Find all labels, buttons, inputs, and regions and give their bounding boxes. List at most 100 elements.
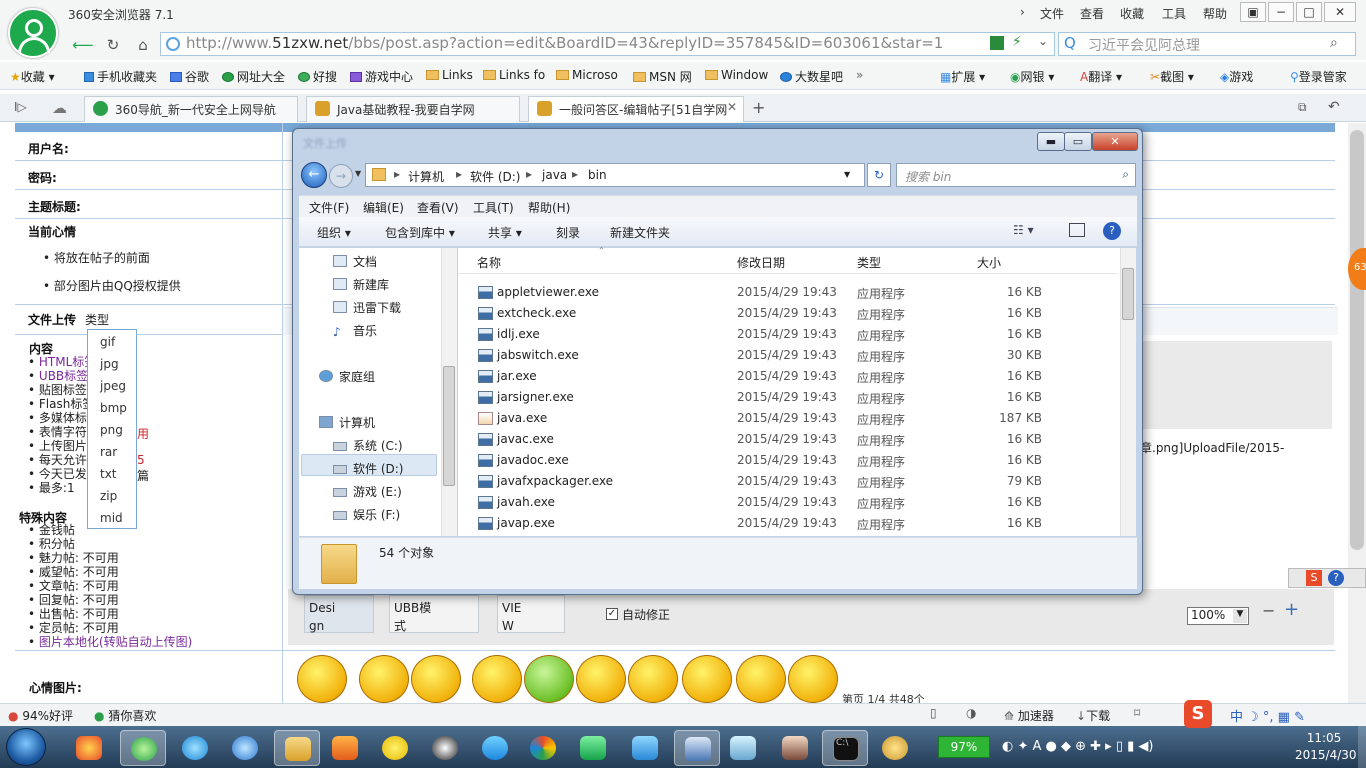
explorer-search-box[interactable]: 搜索 bin ⌕ [896, 163, 1136, 187]
plugin-icon[interactable]: ⌑ [1134, 706, 1140, 720]
bookmark-msn[interactable]: MSN 网 [633, 68, 692, 85]
dropdown-option[interactable]: jpeg [100, 379, 126, 393]
emoji-icon[interactable] [788, 655, 838, 703]
taskbar-app[interactable] [622, 730, 668, 766]
help-icon[interactable]: ? [1328, 570, 1344, 586]
taskbar-app[interactable] [772, 730, 818, 766]
nav-thunder-downloads[interactable]: 迅雷下载 [333, 299, 401, 316]
clock[interactable]: 11:05 2015/4/30 [1295, 730, 1357, 764]
view-options-icon[interactable]: ☷ ▾ [1013, 223, 1034, 237]
zoom-in-icon[interactable]: + [1284, 599, 1299, 620]
tool-translate[interactable]: A翻译 ▾ [1080, 68, 1122, 85]
back-icon[interactable]: ⟵ [72, 36, 94, 54]
taskbar-app[interactable] [674, 730, 720, 766]
nav-drive-f[interactable]: 娱乐 (F:) [333, 506, 400, 523]
emoji-icon[interactable] [576, 655, 626, 703]
taskbar-app[interactable] [872, 730, 918, 766]
rating-item[interactable]: ● 94%好评 [8, 707, 73, 724]
tab-java-tutorial[interactable]: Java基础教程-我要自学网 [306, 96, 520, 122]
dropdown-option[interactable]: gif [100, 335, 115, 349]
taskbar-app[interactable] [570, 730, 616, 766]
refresh-icon[interactable]: ↻ [102, 36, 124, 54]
minimize-button[interactable]: − [1268, 2, 1294, 22]
battery-indicator[interactable]: 97% [938, 736, 990, 758]
speed-icon[interactable]: ⚡ [1012, 34, 1022, 50]
menu-chevron-icon[interactable]: › [1020, 5, 1025, 19]
explorer-menu-view[interactable]: 查看(V) [417, 199, 459, 216]
accelerator-item[interactable]: ⟰ 加速器 [1004, 707, 1054, 724]
guess-item[interactable]: ● 猜你喜欢 [94, 707, 156, 724]
nav-music[interactable]: ♪ 音乐 [333, 322, 377, 339]
burn-button[interactable]: 刻录 [556, 224, 580, 241]
tab-edit-post[interactable]: 一般问答区-编辑帖子[51自学网 ✕ [528, 96, 744, 122]
taskbar-app[interactable] [520, 730, 566, 766]
close-button[interactable]: ✕ [1324, 2, 1356, 22]
new-tab-button[interactable]: + [752, 98, 765, 117]
image-localize-link[interactable]: 图片本地化(转贴自动上传图) [28, 635, 192, 649]
search-engine-icon[interactable]: Q [1064, 34, 1076, 52]
bookmark-links[interactable]: Links [426, 68, 473, 82]
breadcrumb-drive-d[interactable]: 软件 (D:) [470, 168, 520, 185]
tool-games[interactable]: ◈游戏 [1220, 68, 1253, 85]
bookmark-hao[interactable]: 网址大全 [222, 68, 285, 85]
bookmark-windows[interactable]: Window [705, 68, 768, 82]
explorer-back-button[interactable]: ← [301, 162, 327, 188]
skin-icon[interactable]: ▣ [1240, 2, 1266, 22]
bookmark-dashu[interactable]: 大数星吧 [780, 68, 843, 85]
url-dropdown-icon[interactable]: ⌄ [1038, 34, 1048, 48]
download-item[interactable]: ↓下载 [1076, 707, 1110, 724]
explorer-search-input[interactable]: 搜索 bin [905, 168, 951, 185]
breadcrumb-bin[interactable]: bin [588, 168, 607, 182]
menu-file[interactable]: 文件 [1040, 5, 1064, 22]
explorer-minimize-button[interactable]: ▬ [1037, 132, 1065, 151]
bookmark-microsoft[interactable]: Microso [556, 68, 618, 82]
dropdown-option[interactable]: png [100, 423, 123, 437]
autofix-checkbox[interactable]: ✓ [606, 608, 618, 620]
emoji-icon[interactable] [736, 655, 786, 703]
sogou-icon[interactable]: S [1306, 570, 1322, 586]
tool-login-manager[interactable]: ⚲登录管家 [1290, 68, 1347, 85]
taskbar-cmd[interactable]: C:\ [822, 730, 868, 766]
nav-computer[interactable]: 计算机 [319, 414, 375, 431]
new-folder-button[interactable]: 新建文件夹 [610, 224, 670, 241]
sidebar-toggle-icon[interactable]: I▷ [14, 100, 27, 114]
preview-pane-icon[interactable] [1069, 223, 1085, 237]
column-type[interactable]: 类型 [857, 254, 881, 271]
file-explorer-window[interactable]: 文件上传 ▬ ▭ ✕ ← → ▼ ▸ 计算机 ▸ 软件 (D:) ▸ java … [292, 128, 1143, 595]
mobile-icon[interactable]: ▯ [930, 706, 937, 720]
zoom-select[interactable]: 100% ▼ [1187, 607, 1249, 625]
menu-favorites[interactable]: 收藏 [1120, 5, 1144, 22]
history-dropdown-icon[interactable]: ▼ [355, 169, 361, 178]
tool-screenshot[interactable]: ✂截图 ▾ [1150, 68, 1194, 85]
emoji-pager[interactable]: 第页 1/4 共48个 [842, 691, 925, 703]
bookmark-mobile[interactable]: 手机收藏夹 [84, 68, 157, 85]
taskbar-app[interactable] [172, 730, 218, 766]
tool-extensions[interactable]: ▦扩展 ▾ [940, 68, 985, 85]
explorer-address-bar[interactable]: ▸ 计算机 ▸ 软件 (D:) ▸ java ▸ bin ▼ [365, 163, 865, 187]
menu-view[interactable]: 查看 [1080, 5, 1104, 22]
taskbar-qq[interactable] [422, 730, 468, 766]
column-date[interactable]: 修改日期 [737, 254, 785, 271]
breadcrumb-java[interactable]: java [542, 168, 567, 182]
bookmark-links-for[interactable]: Links fo [483, 68, 545, 82]
dropdown-option[interactable]: zip [100, 489, 117, 503]
home-icon[interactable]: ⌂ [132, 36, 154, 54]
editor-view-tab[interactable]: VIE W [497, 595, 565, 633]
emoji-icon[interactable] [524, 655, 574, 703]
emoji-icon[interactable] [682, 655, 732, 703]
maximize-button[interactable]: □ [1296, 2, 1322, 22]
nav-drive-c[interactable]: 系统 (C:) [333, 437, 403, 454]
sogou-ime-icon[interactable]: S [1184, 700, 1212, 728]
taskbar-app[interactable] [322, 730, 368, 766]
search-icon[interactable]: ⌕ [1122, 167, 1129, 182]
bookmark-game-center[interactable]: 游戏中心 [350, 68, 413, 85]
column-name[interactable]: 名称 [477, 254, 501, 271]
emoji-icon[interactable] [297, 655, 347, 703]
dropdown-option[interactable]: jpg [100, 357, 119, 371]
taskbar-app[interactable] [372, 730, 418, 766]
more-bookmarks-icon[interactable]: » [856, 68, 863, 82]
start-button[interactable] [6, 728, 46, 766]
tool-bank[interactable]: ◉网银 ▾ [1010, 68, 1054, 85]
tray-icons[interactable]: ◐ ✦ A ● ◆ ⊕ ✚ ▸ ▯ ▮ ◀) [1002, 739, 1153, 754]
nav-homegroup[interactable]: 家庭组 [319, 368, 375, 385]
